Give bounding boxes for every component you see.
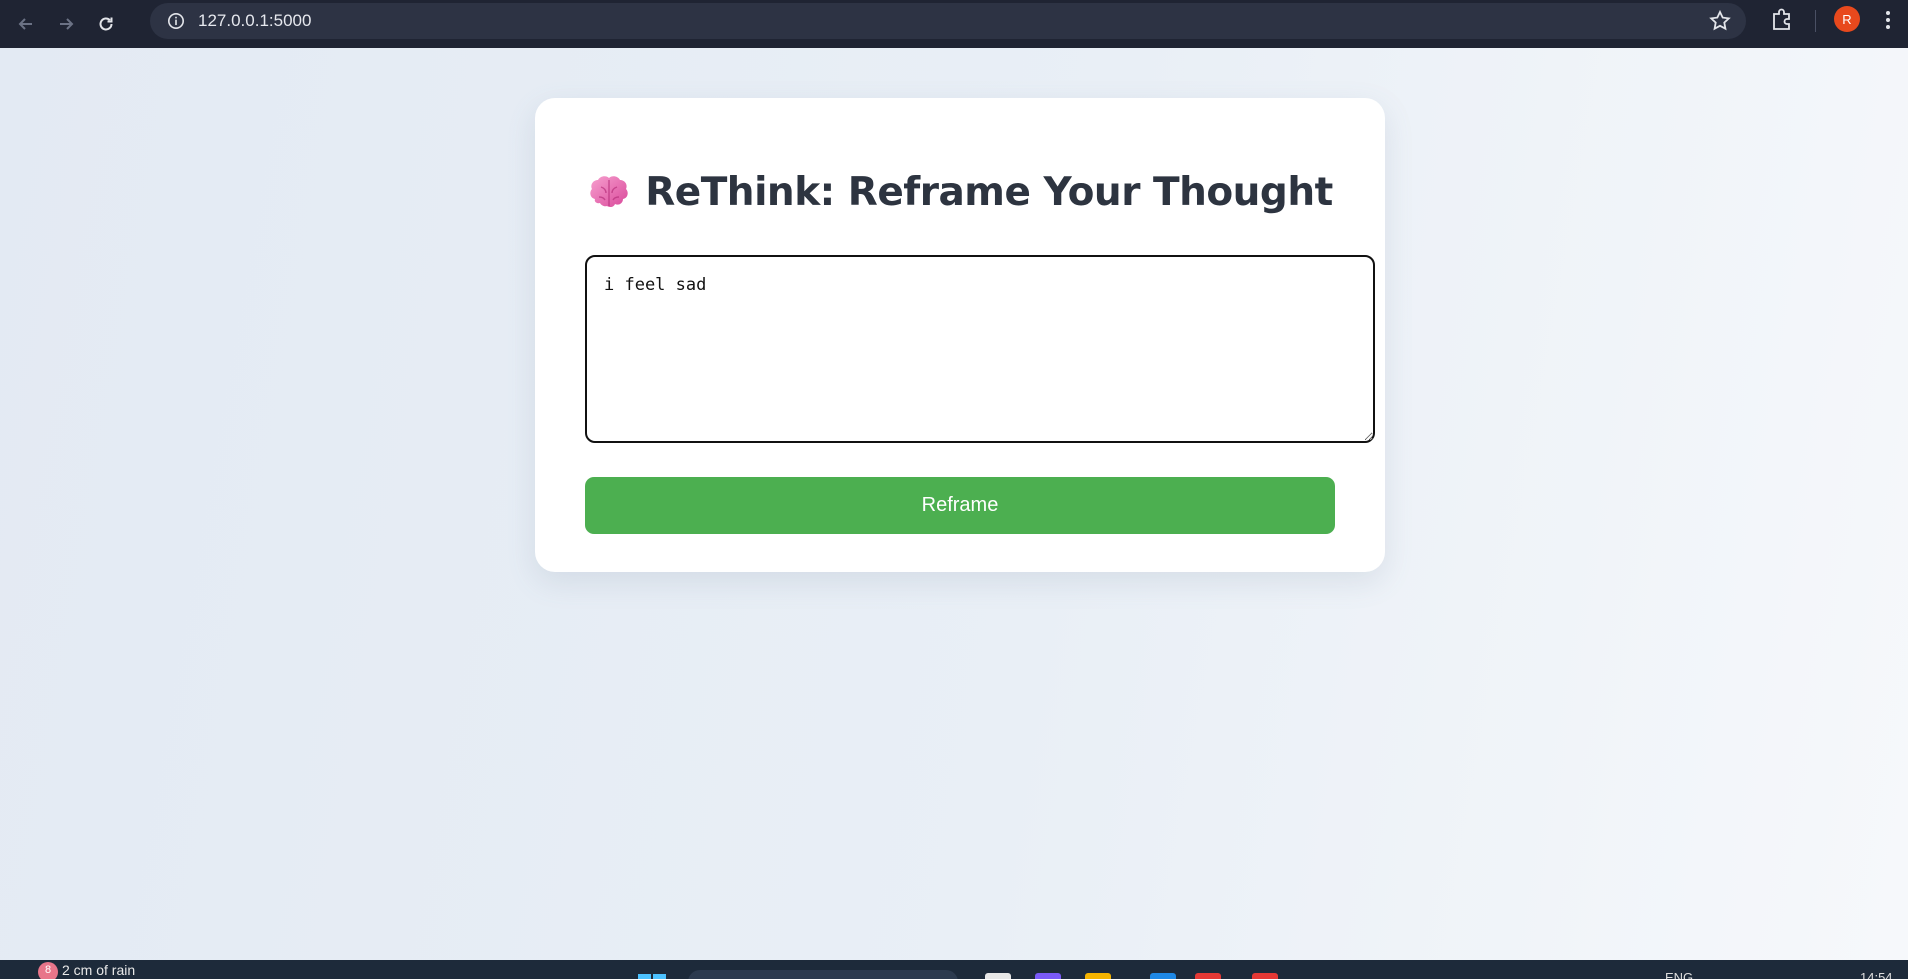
os-taskbar: 8 2 cm of rain ENG 14:54 — [0, 960, 1908, 979]
page-title: ReThink: Reframe Your Thought — [587, 170, 1333, 215]
taskbar-app-icon[interactable] — [1252, 973, 1278, 979]
weather-widget[interactable]: 8 2 cm of rain — [38, 962, 135, 979]
weather-badge: 8 — [38, 962, 58, 979]
taskbar-app-icon[interactable] — [1085, 973, 1111, 979]
page-content: ReThink: Reframe Your Thought Reframe — [0, 48, 1908, 960]
address-bar[interactable]: 127.0.0.1:5000 — [150, 3, 1746, 39]
windows-start-icon[interactable] — [638, 974, 668, 979]
url-text: 127.0.0.1:5000 — [198, 11, 312, 30]
language-indicator[interactable]: ENG — [1665, 970, 1693, 979]
brain-icon — [590, 175, 628, 207]
weather-text: 2 cm of rain — [62, 962, 136, 978]
page-title-text: ReThink: Reframe Your Thought — [645, 170, 1333, 215]
thought-textarea[interactable] — [585, 255, 1375, 443]
taskbar-app-icon[interactable] — [985, 973, 1011, 979]
toolbar-divider — [1815, 10, 1816, 32]
extensions-puzzle-icon[interactable] — [1768, 6, 1796, 34]
taskbar-search[interactable] — [688, 970, 958, 979]
reload-icon — [99, 17, 113, 31]
back-button[interactable] — [6, 4, 46, 44]
arrow-right-icon — [60, 18, 74, 30]
browser-toolbar: 127.0.0.1:5000 R — [0, 0, 1908, 48]
reframe-button[interactable]: Reframe — [585, 477, 1335, 534]
taskbar-app-icon[interactable] — [1150, 973, 1176, 979]
taskbar-app-icon[interactable] — [1035, 973, 1061, 979]
reframe-card: ReThink: Reframe Your Thought Reframe — [535, 98, 1385, 572]
site-info-icon[interactable] — [158, 3, 194, 39]
arrow-left-icon — [18, 18, 32, 30]
forward-button[interactable] — [46, 4, 86, 44]
bookmark-star-icon[interactable] — [1708, 9, 1732, 33]
clock[interactable]: 14:54 — [1860, 970, 1893, 979]
taskbar-app-icon[interactable] — [1195, 973, 1221, 979]
title-row: ReThink: Reframe Your Thought — [535, 170, 1385, 218]
reload-button[interactable] — [86, 4, 126, 44]
profile-avatar[interactable]: R — [1834, 6, 1860, 32]
more-menu-icon[interactable] — [1882, 8, 1894, 32]
